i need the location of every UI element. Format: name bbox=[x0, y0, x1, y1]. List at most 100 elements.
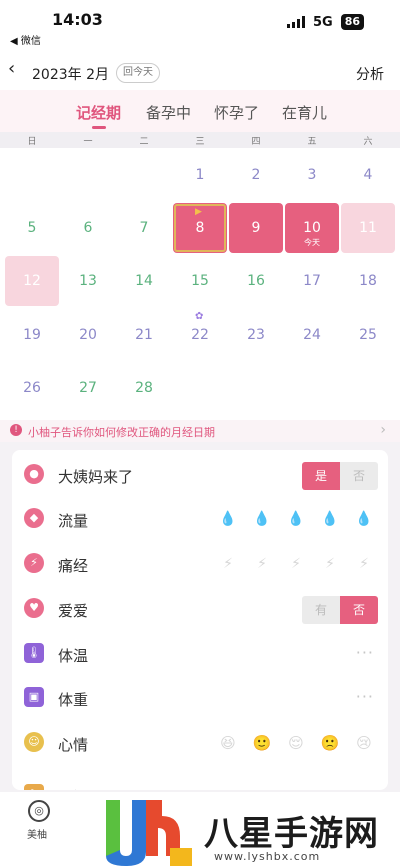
drop-icon[interactable]: 💧 bbox=[354, 510, 374, 528]
more-icon[interactable]: ··· bbox=[356, 687, 374, 706]
calendar-day[interactable]: 8 ▶ bbox=[173, 203, 227, 253]
drop-icon[interactable]: 💧 bbox=[252, 510, 272, 528]
record-row-mood[interactable]: ☺ 心情 😆 🙂 😌 🙁 😢 bbox=[12, 720, 388, 764]
more-icon[interactable]: ··· bbox=[356, 643, 374, 662]
calendar-day[interactable]: 28 bbox=[117, 363, 171, 413]
calendar-day[interactable]: 1 bbox=[173, 150, 227, 200]
calendar-day[interactable]: 5 bbox=[5, 203, 59, 253]
record-row-flow[interactable]: ◆ 流量 💧 💧 💧 💧 💧 bbox=[12, 496, 388, 540]
day-number: 14 bbox=[135, 273, 153, 289]
weekday-tue: 二 bbox=[139, 137, 149, 147]
calendar-day[interactable]: 2 bbox=[229, 150, 283, 200]
calendar-day[interactable]: 19 bbox=[5, 310, 59, 360]
smile-face-icon[interactable]: 🙂 bbox=[252, 734, 272, 752]
thermometer-icon: 🌡 bbox=[24, 643, 44, 663]
cry-face-icon[interactable]: 😢 bbox=[354, 734, 374, 752]
chevron-left-icon[interactable]: ‹ bbox=[8, 60, 26, 78]
day-number: 7 bbox=[139, 220, 149, 236]
record-label: 日记 bbox=[58, 786, 88, 790]
bottom-nav-home-label[interactable]: 美柚 bbox=[27, 826, 47, 841]
calendar-day[interactable]: 7 bbox=[117, 203, 171, 253]
record-label: 体温 bbox=[58, 647, 89, 665]
record-label: 心情 bbox=[58, 736, 89, 754]
tab-trying-to-conceive[interactable]: 备孕中 bbox=[146, 102, 191, 123]
meiyou-logo-icon[interactable]: ◎ bbox=[28, 800, 50, 822]
bolt-icon[interactable]: ⚡ bbox=[252, 555, 272, 573]
day-number: 22 bbox=[191, 327, 209, 343]
record-row-cramps[interactable]: ⚡ 痛经 ⚡ ⚡ ⚡ ⚡ ⚡ bbox=[12, 541, 388, 585]
intimacy-toggle[interactable]: 有 否 bbox=[302, 596, 378, 624]
calendar-day[interactable]: 18 bbox=[341, 256, 395, 306]
watermark-logo-icon bbox=[106, 800, 192, 866]
day-number: 28 bbox=[135, 380, 153, 396]
record-row-weight[interactable]: ▣ 体重 ··· bbox=[12, 675, 388, 719]
laugh-face-icon[interactable]: 😆 bbox=[218, 734, 238, 752]
calendar-day[interactable]: 12 bbox=[5, 256, 59, 306]
calm-face-icon[interactable]: 😌 bbox=[286, 734, 306, 752]
mode-tabs: 记经期 备孕中 怀孕了 在育儿 bbox=[0, 90, 400, 132]
day-number: 4 bbox=[363, 167, 373, 183]
record-row-temperature[interactable]: 🌡 体温 ··· bbox=[12, 631, 388, 675]
calendar-day[interactable]: 14 bbox=[117, 256, 171, 306]
toggle-no[interactable]: 否 bbox=[340, 596, 378, 624]
flow-level-picker: 💧 💧 💧 💧 💧 bbox=[218, 510, 374, 528]
weekday-sun: 日 bbox=[27, 137, 37, 147]
pad-icon: ◆ bbox=[24, 508, 44, 528]
drop-icon[interactable]: 💧 bbox=[286, 510, 306, 528]
calendar-day[interactable]: 24 bbox=[285, 310, 339, 360]
tab-parenting[interactable]: 在育儿 bbox=[282, 102, 327, 123]
bolt-icon[interactable]: ⚡ bbox=[354, 555, 374, 573]
calendar-day[interactable]: 26 bbox=[5, 363, 59, 413]
toggle-yes[interactable]: 有 bbox=[302, 596, 340, 624]
toggle-yes[interactable]: 是 bbox=[302, 462, 340, 490]
bolt-icon[interactable]: ⚡ bbox=[218, 555, 238, 573]
day-number: 17 bbox=[303, 273, 321, 289]
mood-picker: 😆 🙂 😌 🙁 😢 bbox=[218, 734, 374, 752]
calendar-day[interactable]: 17 bbox=[285, 256, 339, 306]
calendar-day[interactable]: 10 今天 bbox=[285, 203, 339, 253]
weekday-sat: 六 bbox=[363, 137, 373, 147]
calendar-day[interactable]: 27 bbox=[61, 363, 115, 413]
calendar-day[interactable]: 11 bbox=[341, 203, 395, 253]
calendar-day[interactable]: 15 bbox=[173, 256, 227, 306]
status-bar: 14:03 ◀ 微信 5G 86 bbox=[0, 0, 400, 50]
note-icon: ✎ bbox=[24, 784, 44, 790]
calendar-day[interactable]: 9 bbox=[229, 203, 283, 253]
status-time: 14:03 bbox=[52, 10, 103, 29]
back-to-today-button[interactable]: 回今天 bbox=[116, 63, 160, 83]
day-number: 20 bbox=[79, 327, 97, 343]
record-label: 痛经 bbox=[58, 557, 89, 575]
back-to-app-link[interactable]: ◀ 微信 bbox=[10, 32, 41, 47]
bolt-icon[interactable]: ⚡ bbox=[286, 555, 306, 573]
day-number: 26 bbox=[23, 380, 41, 396]
tip-banner[interactable]: ! 小柚子告诉你如何修改正确的月经日期 › bbox=[0, 420, 400, 442]
period-start-toggle[interactable]: 是 否 bbox=[302, 462, 378, 490]
drop-icon[interactable]: 💧 bbox=[320, 510, 340, 528]
record-row-period-start[interactable]: ● 大姨妈来了 是 否 bbox=[12, 452, 388, 496]
calendar-day[interactable]: 13 bbox=[61, 256, 115, 306]
calendar-day[interactable]: 4 bbox=[341, 150, 395, 200]
calendar-day[interactable]: 21 bbox=[117, 310, 171, 360]
bolt-icon[interactable]: ⚡ bbox=[320, 555, 340, 573]
drop-icon: ● bbox=[24, 464, 44, 484]
analyze-button[interactable]: 分析 bbox=[356, 64, 384, 84]
calendar-grid: ✿ 1 2 3 4 5 6 7 8 ▶ 9 10 今天 11 12 13 14 15 16 17 18 19 20 21 22… bbox=[0, 148, 400, 420]
record-row-diary[interactable]: ✎ 日记 bbox=[12, 772, 388, 790]
tab-pregnant[interactable]: 怀孕了 bbox=[214, 102, 259, 123]
record-row-intimacy[interactable]: ♥ 爱爱 有 否 bbox=[12, 586, 388, 630]
sad-face-icon[interactable]: 🙁 bbox=[320, 734, 340, 752]
calendar-day[interactable]: 20 bbox=[61, 310, 115, 360]
calendar-day[interactable]: 3 bbox=[285, 150, 339, 200]
toggle-no[interactable]: 否 bbox=[340, 462, 378, 490]
tab-period[interactable]: 记经期 bbox=[76, 102, 121, 123]
calendar-day[interactable]: 23 bbox=[229, 310, 283, 360]
calendar-day[interactable]: 6 bbox=[61, 203, 115, 253]
day-number: 19 bbox=[23, 327, 41, 343]
drop-icon[interactable]: 💧 bbox=[218, 510, 238, 528]
day-number: 9 bbox=[251, 220, 261, 236]
day-number: 21 bbox=[135, 327, 153, 343]
calendar-day[interactable]: 25 bbox=[341, 310, 395, 360]
calendar-day[interactable]: 16 bbox=[229, 256, 283, 306]
month-title[interactable]: 2023年 2月 bbox=[32, 64, 109, 84]
calendar-day[interactable]: 22 bbox=[173, 310, 227, 360]
